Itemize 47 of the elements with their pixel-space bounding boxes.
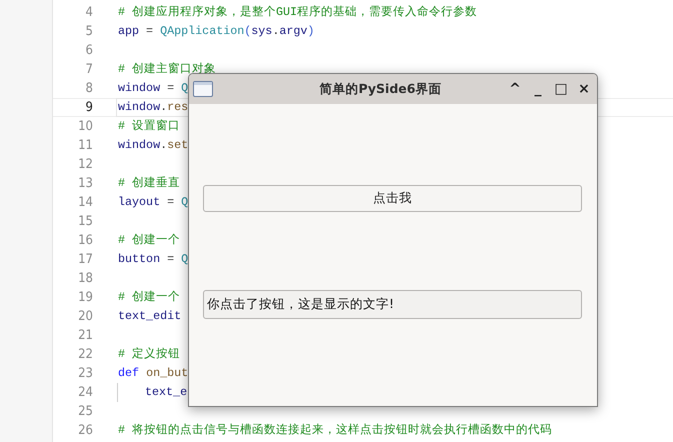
line-number: 6 xyxy=(84,43,93,58)
maximize-button[interactable]: □ xyxy=(554,81,568,97)
line-number: 12 xyxy=(77,157,93,172)
shade-button[interactable]: ^ xyxy=(508,81,522,97)
code-line: window.set xyxy=(117,137,188,154)
code-line: # 创建应用程序对象，是整个GUI程序的基础，需要传入命令行参数 xyxy=(117,4,478,21)
code-line: # 创建垂直 xyxy=(117,175,180,192)
code-line: window = Q xyxy=(117,80,188,97)
window-icon xyxy=(193,81,213,97)
code-line: # 创建一个 xyxy=(117,289,180,306)
click-button[interactable]: 点击我 xyxy=(203,185,582,212)
line-number: 7 xyxy=(84,62,93,77)
close-button[interactable]: × xyxy=(577,81,591,97)
code-line: # 创建一个 xyxy=(117,232,180,249)
line-number: 26 xyxy=(77,423,93,438)
code-line: text_e xyxy=(144,384,188,401)
line-number: 10 xyxy=(77,119,93,134)
code-line: def on_but xyxy=(117,365,188,382)
line-number: 19 xyxy=(77,290,93,305)
line-number: 15 xyxy=(77,214,93,229)
line-number: 14 xyxy=(77,195,93,210)
line-number: 5 xyxy=(84,24,93,39)
line-number: 4 xyxy=(84,5,93,20)
code-line: app = QApplication(sys.argv) xyxy=(117,23,314,40)
line-number: 13 xyxy=(77,176,93,191)
line-number: 24 xyxy=(77,385,93,400)
line-number: 25 xyxy=(77,404,93,419)
line-number: 21 xyxy=(77,328,93,343)
code-line: # 设置窗口 xyxy=(117,118,180,135)
line-number: 17 xyxy=(77,252,93,267)
line-number: 8 xyxy=(84,81,93,96)
minimize-button[interactable]: _ xyxy=(531,81,545,97)
line-number: 20 xyxy=(77,309,93,324)
code-line: button = Q xyxy=(117,251,188,268)
line-number: 18 xyxy=(77,271,93,286)
code-line: text_edit xyxy=(117,308,182,325)
line-number: 11 xyxy=(77,138,93,153)
code-line: # 将按钮的点击信号与槽函数连接起来，这样点击按钮时就会执行槽函数中的代码 xyxy=(117,422,552,439)
text-field[interactable]: 你点击了按钮，这是显示的文字! xyxy=(203,290,582,319)
code-line: # 创建主窗口对象 xyxy=(117,61,216,78)
code-line: layout = Q xyxy=(117,194,188,211)
line-number: 16 xyxy=(77,233,93,248)
window-title: 简单的PySide6界面 xyxy=(318,80,442,98)
line-number: 9 xyxy=(84,100,93,115)
line-number: 23 xyxy=(77,366,93,381)
line-number: 22 xyxy=(77,347,93,362)
code-line: # 定义按钮 xyxy=(117,346,180,363)
